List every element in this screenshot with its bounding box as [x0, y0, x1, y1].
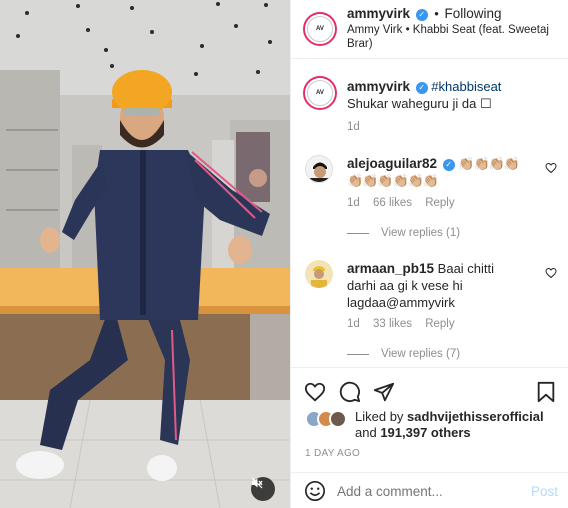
caption-time: 1d — [347, 121, 360, 133]
comment: armaan_pb15 Baai chitti darhi aa gi k ve… — [347, 260, 523, 311]
post-header: AV ammyvirk ✓ • Following Ammy Virk • Kh… — [291, 0, 568, 59]
liked-by-suffix: and — [355, 425, 377, 440]
post-video[interactable] — [0, 0, 290, 508]
comment-icon[interactable] — [339, 381, 361, 403]
following-button[interactable]: Following — [444, 6, 501, 21]
view-replies-button[interactable]: View replies (1) — [347, 227, 460, 239]
comments-section: AV ammyvirk ✓ #khabbiseat Shukar wahegur… — [291, 60, 568, 367]
comment-meta: 1d 33 likes Reply — [347, 318, 465, 330]
audio-track[interactable]: Ammy Virk • Khabbi Seat (feat. Sweetaj B… — [347, 23, 559, 51]
post-date[interactable]: 1 DAY AGO — [305, 448, 360, 459]
view-replies-label: View replies (7) — [381, 348, 461, 360]
header-top-line: ammyvirk ✓ • Following — [347, 6, 502, 21]
like-comment-heart-icon[interactable] — [545, 267, 557, 279]
verified-badge-icon: ✓ — [415, 81, 428, 94]
avatar-image — [305, 260, 333, 288]
heart-icon[interactable] — [304, 381, 326, 403]
caption-text: Shukar waheguru ji da ☐ — [347, 96, 492, 111]
caption: ammyvirk ✓ #khabbiseat Shukar waheguru j… — [347, 78, 557, 112]
likes-count[interactable]: 191,397 others — [380, 425, 470, 440]
comment-input[interactable] — [337, 481, 517, 501]
liked-by-text: Liked by sadhvijethisserofficial and 191… — [355, 409, 561, 441]
post-actions: Liked by sadhvijethisserofficial and 191… — [291, 367, 568, 467]
post-button[interactable]: Post — [531, 484, 558, 499]
caption-avatar[interactable]: AV — [303, 76, 337, 110]
author-avatar[interactable]: AV — [303, 12, 337, 46]
comment-avatar[interactable] — [305, 155, 333, 183]
comment-avatar[interactable] — [305, 260, 333, 288]
verified-badge-icon: ✓ — [442, 158, 455, 171]
replies-divider — [347, 232, 369, 234]
mute-icon — [251, 477, 263, 489]
avatar-image — [306, 156, 332, 182]
liker-avatar — [329, 410, 347, 428]
comment-meta: 1d 66 likes Reply — [347, 197, 465, 209]
comment: alejoaguilar82 ✓ 👏🏼👏🏼👏🏼👏🏼👏🏼👏🏼👏🏼👏🏼👏🏼👏🏼 — [347, 155, 527, 189]
comment-username[interactable]: alejoaguilar82 — [347, 156, 437, 171]
verified-badge-icon: ✓ — [415, 8, 428, 21]
comment-username[interactable]: armaan_pb15 — [347, 261, 434, 276]
view-replies-button[interactable]: View replies (7) — [347, 348, 460, 360]
reply-button[interactable]: Reply — [425, 318, 454, 330]
comment-time: 1d — [347, 318, 360, 330]
post-panel: AV ammyvirk ✓ • Following Ammy Virk • Kh… — [290, 0, 568, 508]
share-icon[interactable] — [373, 381, 395, 403]
video-frame — [0, 0, 290, 508]
add-comment-bar: Post — [291, 472, 568, 508]
comment-likes[interactable]: 33 likes — [373, 318, 412, 330]
liked-by-user[interactable]: sadhvijethisserofficial — [407, 409, 544, 424]
emoji-icon[interactable] — [304, 480, 326, 502]
bookmark-icon[interactable] — [536, 381, 556, 403]
caption-hashtag[interactable]: #khabbiseat — [431, 79, 501, 94]
caption-username[interactable]: ammyvirk — [347, 79, 410, 94]
view-replies-label: View replies (1) — [381, 227, 461, 239]
caption-avatar-logo: AV — [307, 80, 333, 106]
reply-button[interactable]: Reply — [425, 197, 454, 209]
comment-time: 1d — [347, 197, 360, 209]
author-avatar-logo: AV — [307, 16, 333, 42]
like-comment-heart-icon[interactable] — [545, 162, 557, 174]
header-separator: • — [434, 6, 439, 21]
author-username[interactable]: ammyvirk — [347, 6, 410, 21]
replies-divider — [347, 353, 369, 355]
mute-button[interactable] — [251, 477, 275, 501]
instagram-post: AV ammyvirk ✓ • Following Ammy Virk • Kh… — [0, 0, 568, 508]
liked-by-prefix: Liked by — [355, 409, 404, 424]
comment-likes[interactable]: 66 likes — [373, 197, 412, 209]
liked-by-avatars — [305, 410, 349, 430]
